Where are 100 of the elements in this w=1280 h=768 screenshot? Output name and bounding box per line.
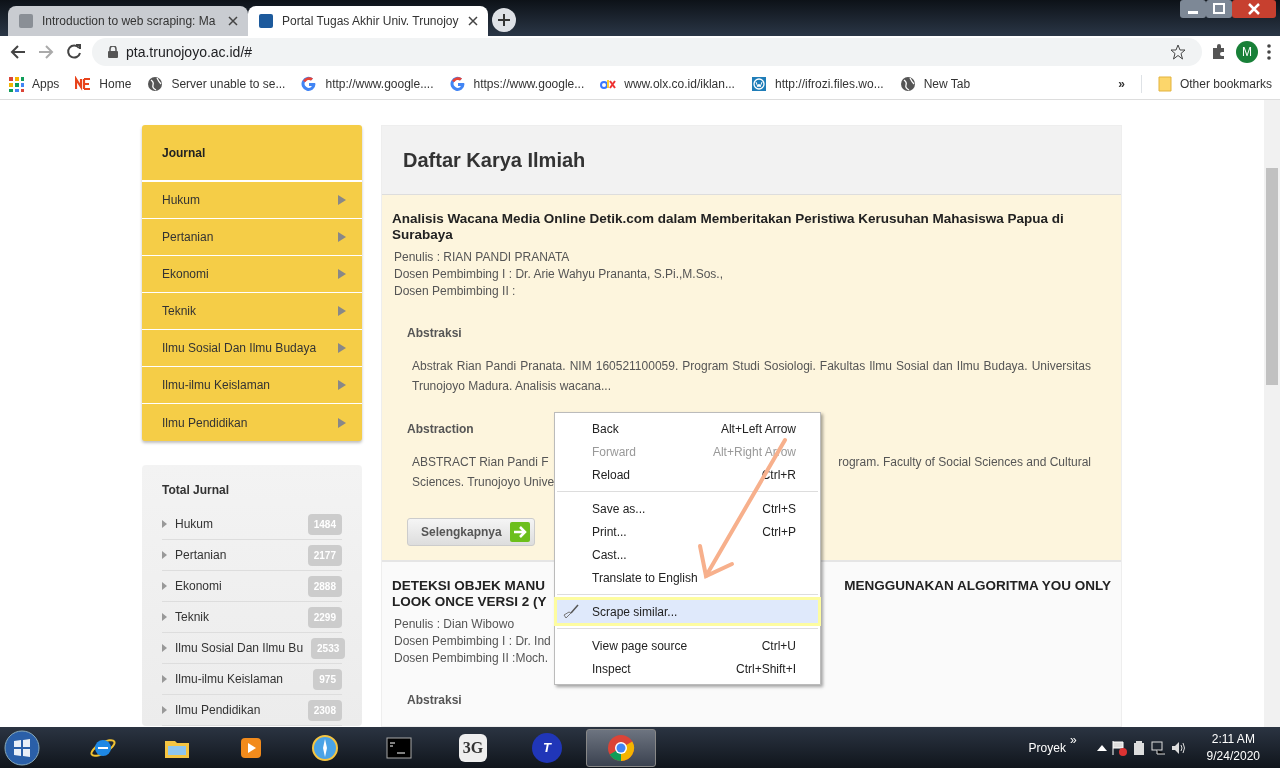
section-heading: Abstraction [406, 421, 474, 438]
triangle-icon [162, 551, 167, 559]
journal-link[interactable]: Hukum [175, 515, 300, 533]
clock-time[interactable]: 2:11 AM [1211, 730, 1255, 748]
article-title: DETEKSI OBJEK MANU [392, 578, 545, 594]
page-title: Daftar Karya Ilmiah [382, 126, 1121, 195]
taskbar-button[interactable] [586, 728, 656, 767]
page-icon [18, 13, 34, 29]
globe-icon [147, 75, 164, 92]
article-detail: Dosen Pembimbing I : Dr. Arie Wahyu Prananta, S.Pi.,M.Sos., [394, 266, 724, 283]
menu-item[interactable]: Scrape similar... [557, 600, 818, 623]
journal-link[interactable]: Pertanian [175, 546, 300, 564]
section-heading: Abstraksi [406, 325, 462, 342]
read-more-button[interactable]: Selengkapnya [407, 518, 535, 546]
taskbar-button[interactable]: T [512, 728, 582, 767]
more-icon[interactable] [1266, 43, 1272, 61]
scrollbar[interactable] [1264, 100, 1280, 727]
start-orb-icon[interactable] [4, 729, 40, 766]
triangle-icon [338, 380, 346, 390]
sidebar-item[interactable]: Ekonomi [142, 256, 362, 293]
article-title: MENGGUNAKAN ALGORITMA YOU ONLY [844, 578, 1111, 594]
article-title: LOOK ONCE VERSI 2 (Y [392, 594, 547, 610]
bookmark-link[interactable]: www.olx.co.id/iklan... [600, 74, 735, 93]
bookmark-link[interactable]: New Tab [899, 74, 971, 93]
triangle-icon [162, 613, 167, 621]
triangle-icon [338, 343, 346, 353]
article-detail: Penulis : Dian Wibowo [394, 616, 515, 633]
journal-link[interactable]: Ilmu Sosial Dan Ilmu Bu [175, 639, 304, 657]
menu-item[interactable]: Cast... [557, 543, 818, 566]
scroll-thumb[interactable] [1266, 168, 1278, 385]
arrow-icon [509, 522, 530, 542]
star-icon[interactable] [1170, 44, 1186, 60]
triangle-icon [162, 644, 167, 652]
abstract-text: Abstrak Rian Pandi Pranata. NIM 160521100059. Program Studi Sosiologi. Fakultas Ilmu Sosial dan Ilmu Budaya. Universitas Trunojoyo Madura. Analisis wacana... [412, 358, 1091, 395]
triangle-icon [338, 232, 346, 242]
article-detail: Dosen Pembimbing II :Moch. [394, 650, 549, 667]
menu-heading: Journal [142, 125, 362, 182]
article-detail: Penulis : RIAN PANDI PRANATA [394, 249, 570, 266]
clock-date[interactable]: 9/24/2020 [1206, 747, 1260, 765]
section-heading: Abstraksi [406, 692, 462, 709]
browser-tab[interactable]: Introduction to web scraping: Ma [8, 6, 248, 36]
bookmark-link[interactable]: Home [75, 74, 132, 93]
flag-icon[interactable] [1110, 739, 1127, 756]
bookmark-link[interactable]: http://ifrozi.files.wo... [750, 74, 884, 93]
journal-link[interactable]: Ilmu Pendidikan [175, 701, 300, 719]
journal-link[interactable]: Ilmu-ilmu Keislaman [175, 670, 306, 688]
triangle-icon [162, 675, 167, 683]
abstract-text: Sciences. Trunojoyo Unive [412, 474, 555, 491]
abstract-text: rogram. Faculty of Social Sciences and Cultural [838, 454, 1091, 471]
close-icon[interactable] [228, 16, 238, 26]
menu-item[interactable]: Save as... Ctrl+S [557, 497, 818, 520]
close-icon[interactable] [1232, 0, 1276, 18]
sidebar-item[interactable]: Ilmu Pendidikan [142, 404, 362, 441]
bookmark-link[interactable]: https://www.google... [449, 74, 585, 93]
toolbar-overflow[interactable]: » [1069, 731, 1077, 749]
browser-tab[interactable]: Portal Tugas Akhir Univ. Trunojoy [248, 6, 488, 36]
show-hidden-icons-icon[interactable] [1096, 743, 1107, 752]
menu-item[interactable]: Inspect Ctrl+Shift+I [557, 657, 818, 680]
sidebar-item[interactable]: Ilmu-ilmu Keislaman [142, 367, 362, 404]
profile-avatar[interactable]: M [1236, 41, 1258, 63]
maximize-icon[interactable] [1206, 0, 1232, 18]
menu-item[interactable]: Translate to English [557, 566, 818, 589]
globe-icon [899, 75, 916, 92]
sidebar-item[interactable]: Teknik [142, 293, 362, 330]
triangle-icon [162, 520, 167, 528]
sidebar-item[interactable]: Hukum [142, 182, 362, 219]
bookmark-link[interactable]: Server unable to se... [147, 74, 286, 93]
other-bookmarks-link[interactable]: Other bookmarks [1140, 74, 1272, 93]
wordpress-logo-icon [750, 75, 767, 92]
brush-icon [563, 604, 579, 620]
bookmark-link[interactable]: Apps [8, 74, 60, 93]
triangle-icon [162, 706, 167, 714]
triangle-icon [338, 195, 346, 205]
sidebar-item[interactable]: Ilmu Sosial Dan Ilmu Budaya [142, 330, 362, 367]
triangle-icon [338, 306, 346, 316]
network-icon[interactable] [1150, 739, 1167, 756]
bookmark-link[interactable]: http://www.google.... [301, 74, 434, 93]
bookmarks-overflow[interactable]: » [1118, 74, 1125, 93]
close-icon[interactable] [468, 16, 478, 26]
page-icon [258, 13, 274, 29]
journal-link[interactable]: Teknik [175, 608, 300, 626]
menu-item[interactable]: Back Alt+Left Arrow [557, 417, 818, 440]
lock-icon [108, 46, 118, 58]
minimize-icon[interactable] [1180, 0, 1206, 18]
menu-item[interactable]: Print... Ctrl+P [557, 520, 818, 543]
toolbar-label[interactable]: Proyek [1028, 738, 1066, 757]
new-tab-icon[interactable] [492, 7, 516, 32]
sidebar-item[interactable]: Pertanian [142, 219, 362, 256]
triangle-icon [162, 582, 167, 590]
menu-item[interactable]: View page source Ctrl+U [557, 634, 818, 657]
g-logo-icon [301, 75, 318, 92]
abstract-text: ABSTRACT Rian Pandi F [412, 454, 549, 471]
address-bar[interactable]: pta.trunojoyo.ac.id/# [92, 38, 1202, 66]
article-detail: Dosen Pembimbing I : Dr. Ind [394, 633, 551, 650]
chrome-icon [607, 733, 635, 762]
taskbar-button[interactable]: 3G [438, 728, 508, 767]
journal-link[interactable]: Ekonomi [175, 577, 300, 595]
panel-heading: Total Jurnal [162, 482, 231, 499]
triangle-icon [338, 269, 346, 279]
reload-icon[interactable] [64, 42, 84, 62]
